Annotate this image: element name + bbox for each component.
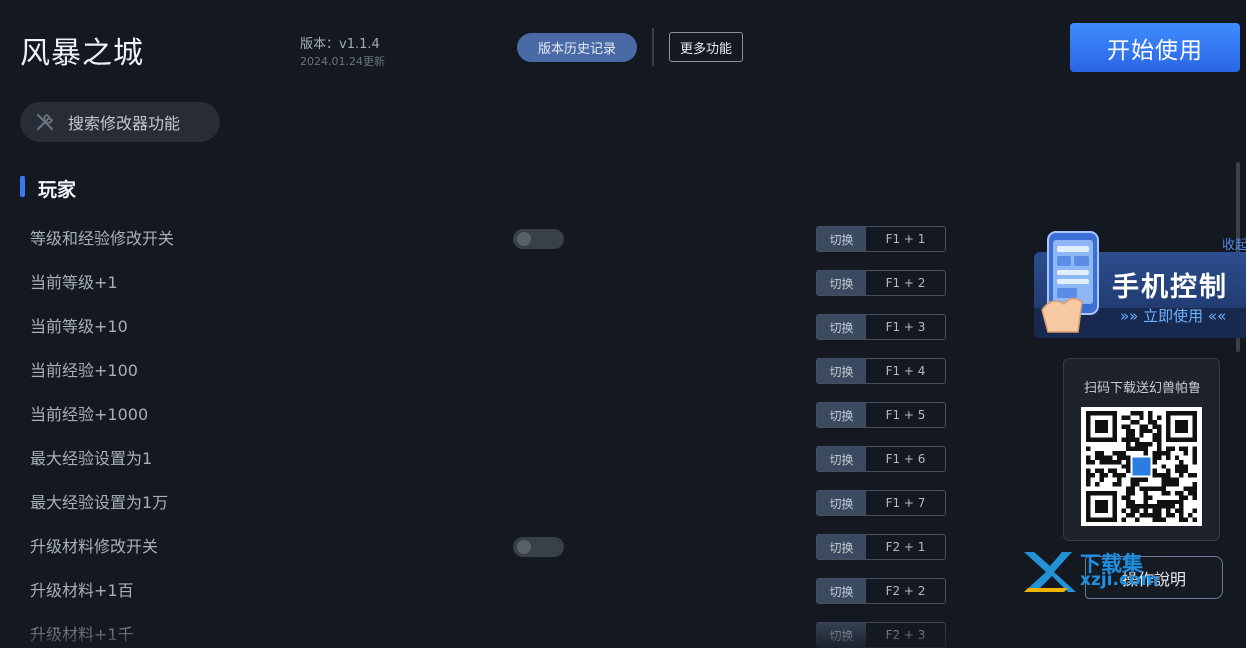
qr-card: 扫码下载送幻兽帕鲁 bbox=[1063, 358, 1220, 541]
feature-label: 升级材料+1百 bbox=[30, 581, 134, 600]
phone-icon bbox=[1040, 230, 1106, 338]
feature-row: 等级和经验修改开关 切换 F1 + 1 bbox=[0, 226, 960, 270]
feature-row: 当前等级+10 切换 F1 + 3 bbox=[0, 314, 960, 358]
more-features-button[interactable]: 更多功能 bbox=[669, 32, 743, 62]
feature-label: 当前等级+10 bbox=[30, 317, 128, 336]
switch-button[interactable]: 切换 bbox=[817, 359, 866, 383]
hotkey-group[interactable]: 切换 F1 + 6 bbox=[816, 446, 946, 472]
feature-toggle[interactable] bbox=[513, 229, 564, 249]
hotkey-group[interactable]: 切换 F1 + 1 bbox=[816, 226, 946, 252]
hotkey-group[interactable]: 切换 F1 + 7 bbox=[816, 490, 946, 516]
qr-caption: 扫码下载送幻兽帕鲁 bbox=[1083, 381, 1201, 396]
xzji-logo-icon bbox=[1024, 552, 1076, 592]
hotkey-label: F2 + 1 bbox=[885, 540, 926, 554]
hotkey-label: F1 + 3 bbox=[885, 320, 926, 334]
hotkey-group[interactable]: 切换 F1 + 5 bbox=[816, 402, 946, 428]
update-date: 2024.01.24更新 bbox=[300, 55, 385, 68]
feature-row: 当前等级+1 切换 F1 + 2 bbox=[0, 270, 960, 314]
hotkey-label: F1 + 6 bbox=[885, 452, 926, 466]
hotkey-group[interactable]: 切换 F1 + 2 bbox=[816, 270, 946, 296]
section-title: 玩家 bbox=[38, 179, 77, 201]
feature-label: 最大经验设置为1 bbox=[30, 449, 153, 468]
banner-title: 手机控制 bbox=[1112, 272, 1228, 303]
hotkey-label: F1 + 5 bbox=[885, 408, 926, 422]
feature-label: 当前经验+100 bbox=[30, 361, 138, 380]
header-divider bbox=[652, 28, 654, 66]
feature-label: 当前等级+1 bbox=[30, 273, 118, 292]
version-label: 版本：v1.1.4 bbox=[300, 37, 380, 52]
hotkey-group[interactable]: 切换 F1 + 3 bbox=[816, 314, 946, 340]
switch-button[interactable]: 切换 bbox=[817, 491, 866, 515]
switch-button[interactable]: 切换 bbox=[817, 403, 866, 427]
hotkey-label: F1 + 7 bbox=[885, 496, 926, 510]
feature-label: 等级和经验修改开关 bbox=[30, 229, 175, 248]
hotkey-group[interactable]: 切换 F2 + 1 bbox=[816, 534, 946, 560]
feature-toggle[interactable] bbox=[513, 537, 564, 557]
switch-button[interactable]: 切换 bbox=[817, 579, 866, 603]
search-input[interactable]: 搜索修改器功能 bbox=[20, 102, 220, 142]
banner-use-now[interactable]: »» 立即使用 «« bbox=[1120, 305, 1226, 326]
collapse-link[interactable]: 收起 bbox=[1222, 234, 1246, 253]
switch-button[interactable]: 切换 bbox=[817, 315, 866, 339]
feature-label: 最大经验设置为1万 bbox=[30, 493, 169, 512]
switch-button[interactable]: 切换 bbox=[817, 227, 866, 251]
section-accent bbox=[20, 176, 25, 197]
app-title: 风暴之城 bbox=[20, 36, 144, 71]
hotkey-label: F1 + 2 bbox=[885, 276, 926, 290]
qr-code bbox=[1081, 407, 1202, 526]
feature-row: 当前经验+1000 切换 F1 + 5 bbox=[0, 402, 960, 446]
feature-row: 升级材料修改开关 切换 F2 + 1 bbox=[0, 534, 960, 578]
feature-row: 最大经验设置为1万 切换 F1 + 7 bbox=[0, 490, 960, 534]
search-placeholder: 搜索修改器功能 bbox=[68, 114, 181, 133]
switch-button[interactable]: 切换 bbox=[817, 447, 866, 471]
feature-row: 当前经验+100 切换 F1 + 4 bbox=[0, 358, 960, 402]
feature-row: 最大经验设置为1 切换 F1 + 6 bbox=[0, 446, 960, 490]
hotkey-group[interactable]: 切换 F1 + 4 bbox=[816, 358, 946, 384]
switch-button[interactable]: 切换 bbox=[817, 271, 866, 295]
feature-label: 升级材料修改开关 bbox=[30, 537, 159, 556]
start-button[interactable]: 开始使用 bbox=[1070, 23, 1240, 72]
hotkey-group[interactable]: 切换 F2 + 2 bbox=[816, 578, 946, 604]
feature-label: 当前经验+1000 bbox=[30, 405, 149, 424]
hotkey-label: F1 + 4 bbox=[885, 364, 926, 378]
watermark: 下载集 xzji.com bbox=[1020, 548, 1180, 594]
tools-icon bbox=[34, 111, 56, 133]
hotkey-label: F1 + 1 bbox=[885, 232, 926, 246]
list-fade bbox=[0, 615, 1000, 648]
hotkey-label: F2 + 2 bbox=[885, 584, 926, 598]
switch-button[interactable]: 切换 bbox=[817, 535, 866, 559]
version-history-button[interactable]: 版本历史记录 bbox=[517, 33, 637, 62]
watermark-bottom: xzji.com bbox=[1080, 570, 1159, 590]
